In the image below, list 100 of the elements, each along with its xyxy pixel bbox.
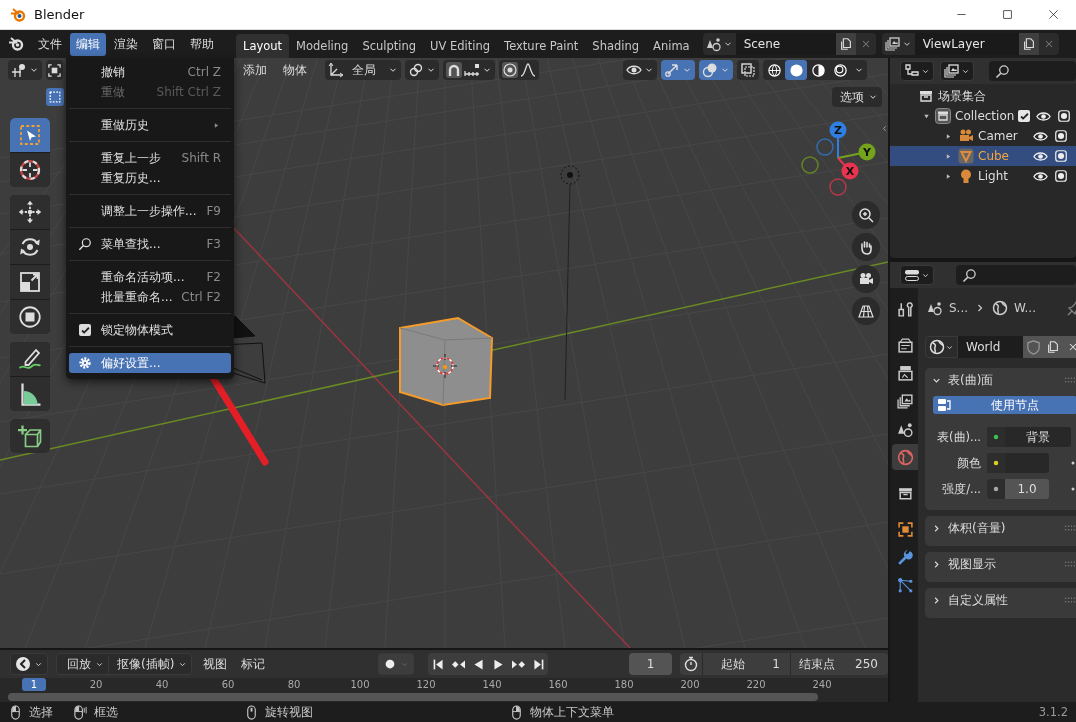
- menu-item[interactable]: 重复历史...: [69, 168, 231, 188]
- menu-item[interactable]: 批量重命名... Ctrl F2: [69, 287, 231, 307]
- duplicate-button[interactable]: [835, 33, 856, 55]
- use-nodes-button[interactable]: 使用节点: [933, 396, 1076, 414]
- select-mode-button[interactable]: [46, 88, 64, 106]
- menu-item[interactable]: 重做历史: [69, 115, 231, 135]
- shortcut-label: Ctrl F2: [180, 290, 221, 304]
- duplicate-button[interactable]: [1018, 33, 1039, 55]
- world-name-field[interactable]: World: [958, 336, 1023, 358]
- pivot-dropdown[interactable]: [8, 60, 42, 80]
- menu-item[interactable]: 标记: [238, 655, 269, 673]
- outliner-row[interactable]: 场景集合: [890, 86, 1076, 106]
- keying-dropdown[interactable]: 抠像(插帧): [108, 655, 192, 673]
- hand-icon: [858, 239, 874, 255]
- scene-dropdown[interactable]: [702, 33, 736, 55]
- start-frame-field[interactable]: 起始 1: [702, 653, 790, 675]
- options-dropdown[interactable]: 选项: [832, 87, 882, 107]
- workspace-tab[interactable]: Layout: [236, 34, 290, 58]
- scrollbar[interactable]: [8, 693, 818, 701]
- workspace-tab[interactable]: UV Editing: [423, 34, 498, 58]
- ruler-tool-button[interactable]: [10, 377, 50, 411]
- playback-dropdown[interactable]: 回放: [57, 655, 108, 673]
- breadcrumb-item[interactable]: S...: [949, 301, 969, 315]
- end-frame-field[interactable]: 结束点 250: [790, 653, 888, 675]
- half-sphere-icon: [810, 62, 826, 78]
- outliner-row[interactable]: Cube: [890, 146, 1076, 166]
- menu-item[interactable]: 偏好设置...: [69, 353, 231, 373]
- workspace-tab[interactable]: Anima: [646, 34, 697, 58]
- menu-item[interactable]: 物体: [277, 61, 313, 79]
- menu-item[interactable]: 渲染: [108, 32, 144, 56]
- checkbox[interactable]: [79, 324, 91, 336]
- rotate-tool-button[interactable]: [10, 230, 50, 264]
- menu-item[interactable]: 窗口: [146, 32, 182, 56]
- menu-item[interactable]: 锁定物体模式: [69, 320, 231, 340]
- overlays-toggle[interactable]: [699, 60, 733, 80]
- menu-item[interactable]: 撤销 Ctrl Z: [69, 62, 231, 82]
- axis-handle[interactable]: Y: [837, 143, 876, 161]
- menu-item[interactable]: 编辑: [70, 32, 106, 56]
- editor-type-dropdown[interactable]: [10, 653, 48, 675]
- menu-item[interactable]: 视图: [200, 655, 231, 673]
- menu-item[interactable]: 帮助: [184, 32, 220, 56]
- menu-item[interactable]: 添加: [237, 61, 273, 79]
- outliner-row[interactable]: Camer: [890, 126, 1076, 146]
- frame-toggle[interactable]: [46, 60, 63, 80]
- snapping-dropdown[interactable]: [443, 60, 495, 80]
- proportional-editing-dropdown[interactable]: [499, 60, 539, 80]
- outliner-row[interactable]: Collection: [890, 106, 1076, 126]
- color-field[interactable]: [987, 453, 1049, 473]
- gizmo-toggle[interactable]: [661, 60, 695, 80]
- auto-keying-button[interactable]: [378, 653, 415, 675]
- negative-axis-handle[interactable]: [816, 138, 834, 156]
- panel-header[interactable]: 表(曲)面: [931, 368, 1076, 392]
- cursor-tool-button[interactable]: [10, 153, 50, 187]
- display-mode-dropdown[interactable]: [900, 61, 934, 81]
- shading-mode-button[interactable]: [785, 60, 807, 80]
- editor-type-dropdown[interactable]: [900, 265, 934, 285]
- outliner-row[interactable]: Light: [890, 166, 1076, 186]
- zoom-button[interactable]: [852, 201, 880, 229]
- shader-link-field[interactable]: 背景: [987, 427, 1071, 447]
- workspace-tab[interactable]: Sculpting: [355, 34, 424, 58]
- perspective-button[interactable]: [852, 297, 880, 325]
- world-browse-dropdown[interactable]: [925, 336, 958, 358]
- checkbox[interactable]: [1018, 110, 1031, 122]
- breadcrumb-item[interactable]: W...: [1014, 301, 1036, 315]
- globe-icon: [992, 300, 1009, 316]
- camera-view-button[interactable]: [852, 265, 880, 293]
- cursor-icon: [18, 158, 42, 182]
- pencil-icon: [18, 347, 42, 371]
- menu-item[interactable]: 重命名活动项... F2: [69, 267, 231, 287]
- transform-orientation-dropdown[interactable]: 全局: [325, 60, 401, 80]
- search-field[interactable]: [989, 61, 1076, 81]
- current-frame-field[interactable]: 1: [629, 653, 672, 675]
- pencil-tool-button[interactable]: [10, 342, 50, 376]
- pan-button[interactable]: [852, 233, 880, 261]
- fake-user-button[interactable]: [1023, 336, 1043, 358]
- scale-tool-button[interactable]: [10, 265, 50, 299]
- axis-handle[interactable]: Z: [829, 121, 847, 159]
- search-field[interactable]: [956, 265, 1076, 285]
- view-layer-dropdown[interactable]: [881, 33, 915, 55]
- pivot-point-dropdown[interactable]: [405, 60, 439, 80]
- wireframe-sphere-icon: [766, 62, 782, 78]
- workspace-tab[interactable]: Texture Paint: [497, 34, 586, 58]
- number-field[interactable]: 1.0: [987, 479, 1049, 499]
- visibility-dropdown[interactable]: [623, 60, 657, 80]
- filter-dropdown[interactable]: [940, 61, 974, 81]
- menu-item[interactable]: 重复上一步 Shift R: [69, 148, 231, 168]
- menu-item[interactable]: 调整上一步操作... F9: [69, 201, 231, 221]
- xray-toggle[interactable]: [737, 60, 759, 80]
- playhead[interactable]: 1: [22, 678, 46, 691]
- add-cube-tool-button[interactable]: [10, 419, 50, 453]
- close-icon: [1047, 9, 1059, 20]
- negative-axis-handle[interactable]: [829, 178, 847, 196]
- negative-axis-handle[interactable]: [801, 156, 819, 174]
- menu-item[interactable]: 文件: [32, 32, 68, 56]
- move-tool-button[interactable]: [10, 195, 50, 229]
- menu-item[interactable]: 菜单查找... F3: [69, 234, 231, 254]
- stopwatch-icon: [683, 656, 699, 672]
- workspace-tab[interactable]: Shading: [585, 34, 647, 58]
- workspace-tab[interactable]: Modeling: [289, 34, 356, 58]
- transform-tool-button[interactable]: [10, 300, 50, 334]
